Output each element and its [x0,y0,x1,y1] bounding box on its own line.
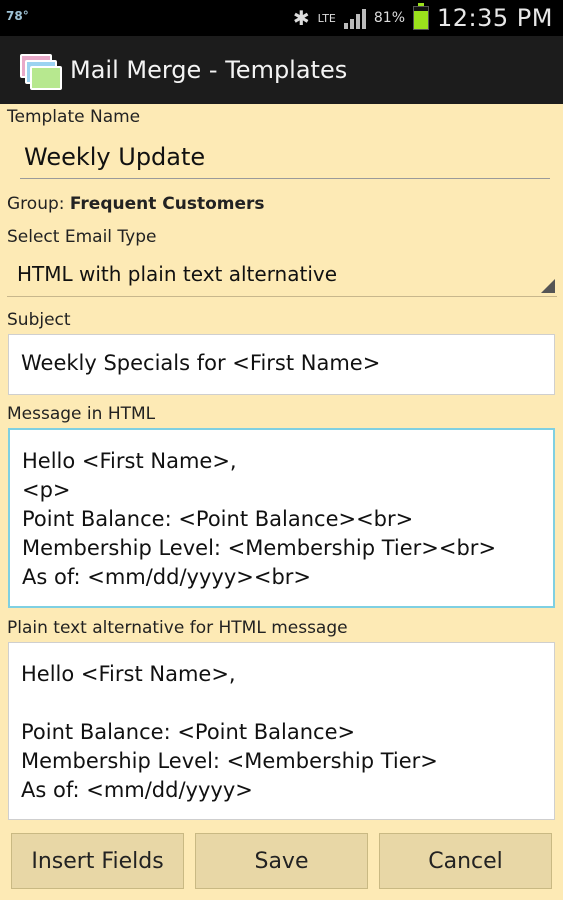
battery-percent: 81% [373,10,406,26]
email-type-label: Select Email Type [7,227,157,247]
title-bar: Mail Merge - Templates [0,36,563,104]
plain-message-label: Plain text alternative for HTML message [7,618,348,638]
subject-value: Weekly Specials for <First Name> [21,351,381,375]
plain-line: Membership Level: <Membership Tier> [21,749,438,773]
subject-input[interactable]: Weekly Specials for <First Name> [8,334,555,395]
bluetooth-icon: ✱ [292,6,310,30]
html-line: As of: <mm/dd/yyyy><br> [22,565,312,589]
html-line: Hello <First Name>, [22,449,237,473]
temperature-text: 78° [6,9,29,23]
plain-line: Hello <First Name>, [21,662,236,686]
app-title: Mail Merge - Templates [70,56,348,84]
mail-merge-app-icon [20,52,62,90]
html-line: Point Balance: <Point Balance><br> [22,507,414,531]
plain-line: Point Balance: <Point Balance> [21,720,356,744]
html-message-textarea[interactable]: Hello <First Name>, <p> Point Balance: <Po… [8,428,555,608]
group-label: Group: [7,194,65,214]
plain-line [21,689,542,718]
email-type-select[interactable]: HTML with plain text alternative [7,258,557,297]
plain-line: As of: <mm/dd/yyyy> [21,778,253,802]
signal-icon [343,7,366,29]
html-line: <p> [22,478,71,502]
template-name-value: Weekly Update [24,143,206,171]
html-message-label: Message in HTML [7,404,156,424]
cancel-button[interactable]: Cancel [379,833,552,889]
group-value: Frequent Customers [69,194,265,214]
email-type-value: HTML with plain text alternative [17,262,338,286]
plain-message-textarea[interactable]: Hello <First Name>, Point Balance: <Poin… [8,642,555,820]
status-bar: 78° ✱ LTE 81% 12:35 PM [0,0,563,36]
dropdown-arrow-icon [541,279,555,293]
group-line: Group: Frequent Customers [7,194,265,214]
subject-label: Subject [7,310,71,330]
template-name-input[interactable]: Weekly Update [20,143,550,179]
battery-icon [413,3,430,30]
insert-fields-button[interactable]: Insert Fields [11,833,184,889]
lte-icon: LTE [317,11,336,25]
status-icons: ✱ LTE 81% 12:35 PM [293,0,553,36]
template-name-label: Template Name [7,107,141,127]
save-button[interactable]: Save [195,833,368,889]
status-time: 12:35 PM [437,4,553,32]
html-line: Membership Level: <Membership Tier><br> [22,536,497,560]
